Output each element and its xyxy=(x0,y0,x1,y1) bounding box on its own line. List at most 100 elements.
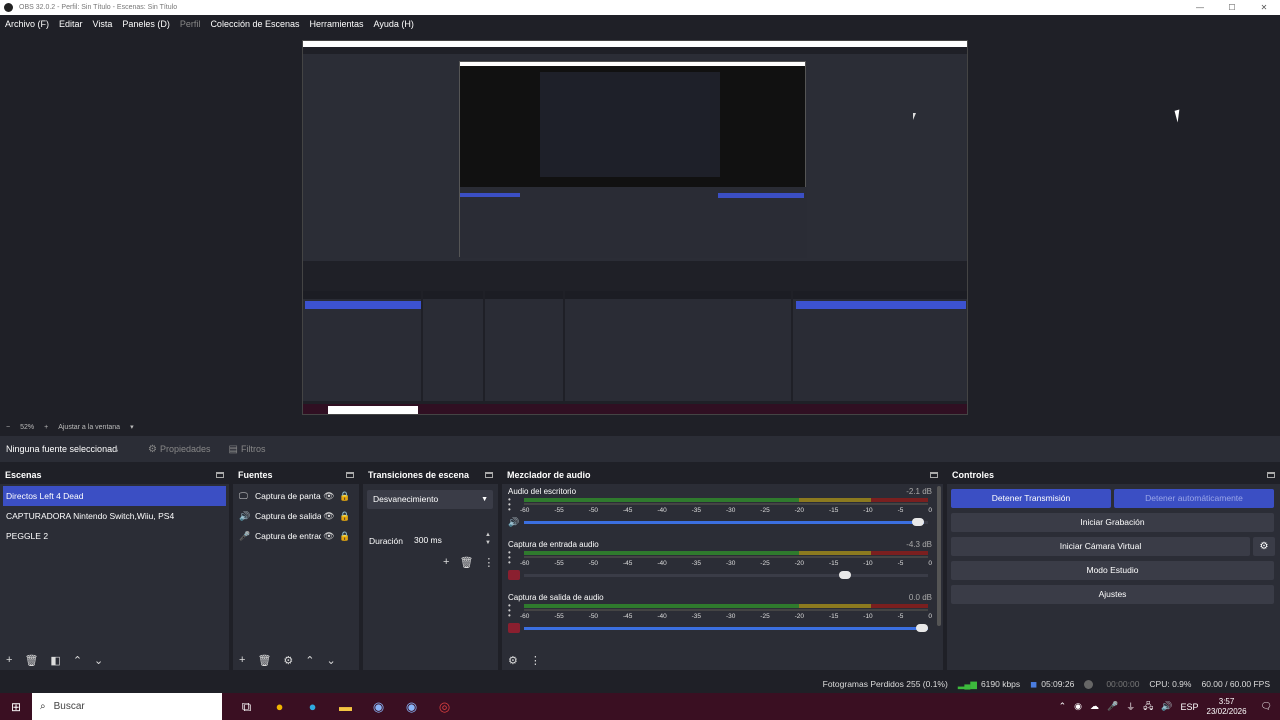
volume-icon[interactable]: 🔊 xyxy=(1161,701,1172,712)
add-scene-icon[interactable]: + xyxy=(6,654,12,666)
meter-scale: -60 -55 -50 -45 -40 -35 -30 -25 -20 -15 -10 -5 0 xyxy=(520,613,932,620)
zoom-dropdown-icon[interactable]: ▾ xyxy=(130,423,134,431)
source-item[interactable]: 🔊 Captura de salida de audio 👁 🔒 xyxy=(233,506,359,526)
fit-to-window-button[interactable]: Ajustar a la ventana xyxy=(58,424,120,431)
more-options-icon[interactable]: ⋮ xyxy=(530,654,541,667)
db-tick-label: -55 xyxy=(554,507,564,514)
speaker-icon[interactable]: 🔊 xyxy=(508,517,520,527)
studio-mode-button[interactable]: Modo Estudio xyxy=(951,561,1274,580)
menu-help[interactable]: Ayuda (H) xyxy=(374,19,414,29)
remove-scene-icon[interactable]: 🗑 xyxy=(24,654,38,667)
db-tick-label: 0 xyxy=(928,560,932,567)
controls-dock: Controles Detener Transmisión Detener au… xyxy=(947,466,1280,670)
channel-name: Captura de entrada audio xyxy=(508,540,599,549)
db-tick-label: -50 xyxy=(588,560,599,567)
move-up-icon[interactable]: ⌃ xyxy=(73,654,82,667)
close-button[interactable]: ✕ xyxy=(1248,0,1280,15)
steam-icon[interactable]: ◉ xyxy=(395,699,428,715)
duration-stepper[interactable]: ▲ ▼ xyxy=(485,531,491,547)
source-settings-icon[interactable]: ⚙ xyxy=(283,654,293,667)
onedrive-icon[interactable]: ☁ xyxy=(1090,701,1099,712)
virtual-camera-settings-icon[interactable]: ⚙ xyxy=(1253,537,1275,556)
clock[interactable]: 3:57 23/02/2026 xyxy=(1207,697,1247,717)
steam-icon[interactable]: ◉ xyxy=(362,699,395,715)
lock-icon[interactable]: 🔒 xyxy=(337,531,353,542)
scene-item[interactable]: Directos Left 4 Dead xyxy=(3,486,226,506)
volume-slider-handle[interactable] xyxy=(839,571,852,579)
add-transition-icon[interactable]: + xyxy=(443,556,449,569)
lock-icon[interactable]: 🔒 xyxy=(337,491,353,502)
start-virtual-camera-button[interactable]: Iniciar Cámara Virtual xyxy=(951,537,1250,556)
float-dock-icon[interactable] xyxy=(346,472,354,478)
transition-select[interactable]: Desvanecimiento ▼ xyxy=(367,490,493,509)
stop-automatically-button[interactable]: Detener automáticamente xyxy=(1114,489,1274,508)
volume-slider[interactable] xyxy=(524,624,928,632)
edge-icon[interactable]: ● xyxy=(296,699,329,715)
menu-tools[interactable]: Herramientas xyxy=(310,19,364,29)
channel-menu-icon[interactable]: • • • xyxy=(508,549,511,567)
float-dock-icon[interactable] xyxy=(1267,472,1275,478)
scene-filters-icon[interactable]: ◧ xyxy=(50,654,60,667)
eye-icon[interactable]: 👁 xyxy=(321,531,337,542)
volume-slider-handle[interactable] xyxy=(916,624,928,632)
remove-transition-icon[interactable]: 🗑 xyxy=(459,556,473,569)
move-up-icon[interactable]: ⌃ xyxy=(305,654,314,667)
controls-title: Controles xyxy=(952,470,995,480)
menu-scene-collection[interactable]: Colección de Escenas xyxy=(210,19,299,29)
add-source-icon[interactable]: + xyxy=(239,654,245,666)
volume-slider[interactable] xyxy=(524,518,928,526)
channel-menu-icon[interactable]: • • • xyxy=(508,602,511,620)
stop-streaming-button[interactable]: Detener Transmisión xyxy=(951,489,1111,508)
preview-area[interactable] xyxy=(0,33,1280,419)
file-explorer-icon[interactable]: ▬ xyxy=(329,699,362,715)
volume-slider[interactable] xyxy=(524,571,928,579)
scene-item[interactable]: CAPTURADORA Nintendo Switch,Wiiu, PS4 xyxy=(0,506,229,526)
move-down-icon[interactable]: ⌄ xyxy=(327,654,336,667)
menu-file[interactable]: Archivo (F) xyxy=(5,19,49,29)
start-recording-button[interactable]: Iniciar Grabación xyxy=(951,513,1274,532)
eye-icon[interactable]: 👁 xyxy=(321,511,337,522)
taskbar-search[interactable]: ⌕ Buscar xyxy=(32,693,222,720)
task-view-icon[interactable]: ⧉ xyxy=(230,699,263,715)
float-dock-icon[interactable] xyxy=(930,472,938,478)
eye-icon[interactable]: 👁 xyxy=(321,491,337,502)
muted-speaker-icon[interactable] xyxy=(508,623,520,633)
scene-item[interactable]: PEGGLE 2 xyxy=(0,526,229,546)
network-icon[interactable]: 🖧 xyxy=(1143,699,1153,715)
language-indicator[interactable]: ESP xyxy=(1181,702,1199,712)
menu-edit[interactable]: Editar xyxy=(59,19,83,29)
minimize-button[interactable]: — xyxy=(1184,0,1216,15)
source-item[interactable]: 🖵 Captura de pantalla 👁 🔒 xyxy=(233,486,359,506)
lock-icon[interactable]: 🔒 xyxy=(337,511,353,522)
usb-icon[interactable]: ⏚ xyxy=(1126,700,1135,713)
maximize-button[interactable]: ☐ xyxy=(1216,0,1248,15)
zoom-out-button[interactable]: − xyxy=(6,424,10,431)
source-item[interactable]: 🎤 Captura de entrada de audio 👁 🔒 xyxy=(233,526,359,546)
volume-slider-handle[interactable] xyxy=(911,518,924,526)
microphone-icon[interactable]: 🎤 xyxy=(1107,701,1118,712)
move-down-icon[interactable]: ⌄ xyxy=(94,654,103,667)
settings-button[interactable]: Ajustes xyxy=(951,585,1274,604)
zoom-in-button[interactable]: + xyxy=(44,424,48,431)
advanced-audio-icon[interactable]: ⚙ xyxy=(508,654,518,667)
float-dock-icon[interactable] xyxy=(485,472,493,478)
properties-button[interactable]: ⚙ Propiedades xyxy=(148,444,211,455)
tray-app-icon[interactable]: ◉ xyxy=(1074,701,1082,712)
menu-profile[interactable]: Perfil xyxy=(180,19,201,29)
notifications-icon[interactable]: 🗨 xyxy=(1261,701,1272,712)
muted-speaker-icon[interactable] xyxy=(508,570,520,580)
channel-menu-icon[interactable]: • • • xyxy=(508,496,511,514)
remove-source-icon[interactable]: 🗑 xyxy=(257,654,271,667)
filters-button[interactable]: ▤ Filtros xyxy=(229,444,266,455)
chrome-icon[interactable]: ● xyxy=(263,699,296,715)
obs-icon[interactable]: ◎ xyxy=(428,699,461,715)
menu-view[interactable]: Vista xyxy=(93,19,113,29)
windows-start-icon[interactable]: ⊞ xyxy=(0,700,32,714)
more-options-icon[interactable]: ⋮ xyxy=(483,556,494,569)
db-tick-label: -30 xyxy=(725,613,736,620)
duration-input[interactable]: 300 ms xyxy=(409,531,487,549)
chevron-up-icon[interactable]: ⌃ xyxy=(1059,701,1067,712)
float-dock-icon[interactable] xyxy=(216,472,224,478)
menu-docks[interactable]: Paneles (D) xyxy=(122,19,170,29)
program-preview[interactable] xyxy=(302,40,968,415)
